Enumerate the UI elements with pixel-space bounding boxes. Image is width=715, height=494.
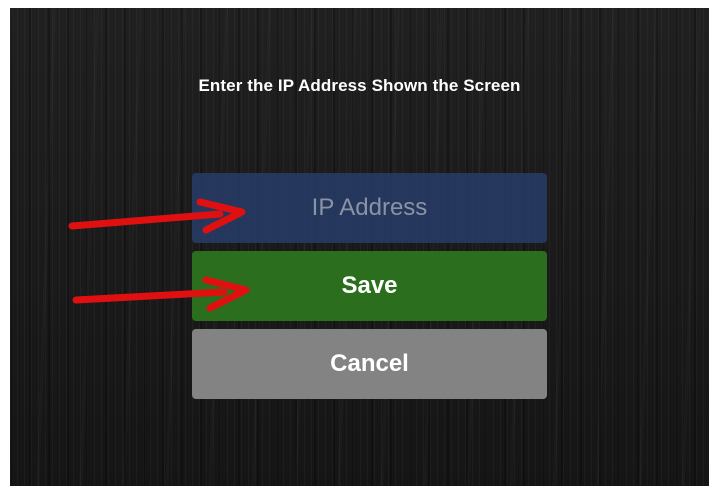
red-arrow-right-icon bbox=[68, 198, 246, 234]
red-arrow-right-icon bbox=[72, 276, 250, 312]
cancel-button[interactable]: Cancel bbox=[192, 329, 547, 399]
page-title: Enter the IP Address Shown the Screen bbox=[198, 76, 521, 95]
app-screen: Enter the IP Address Shown the Screen Sa… bbox=[10, 8, 709, 486]
